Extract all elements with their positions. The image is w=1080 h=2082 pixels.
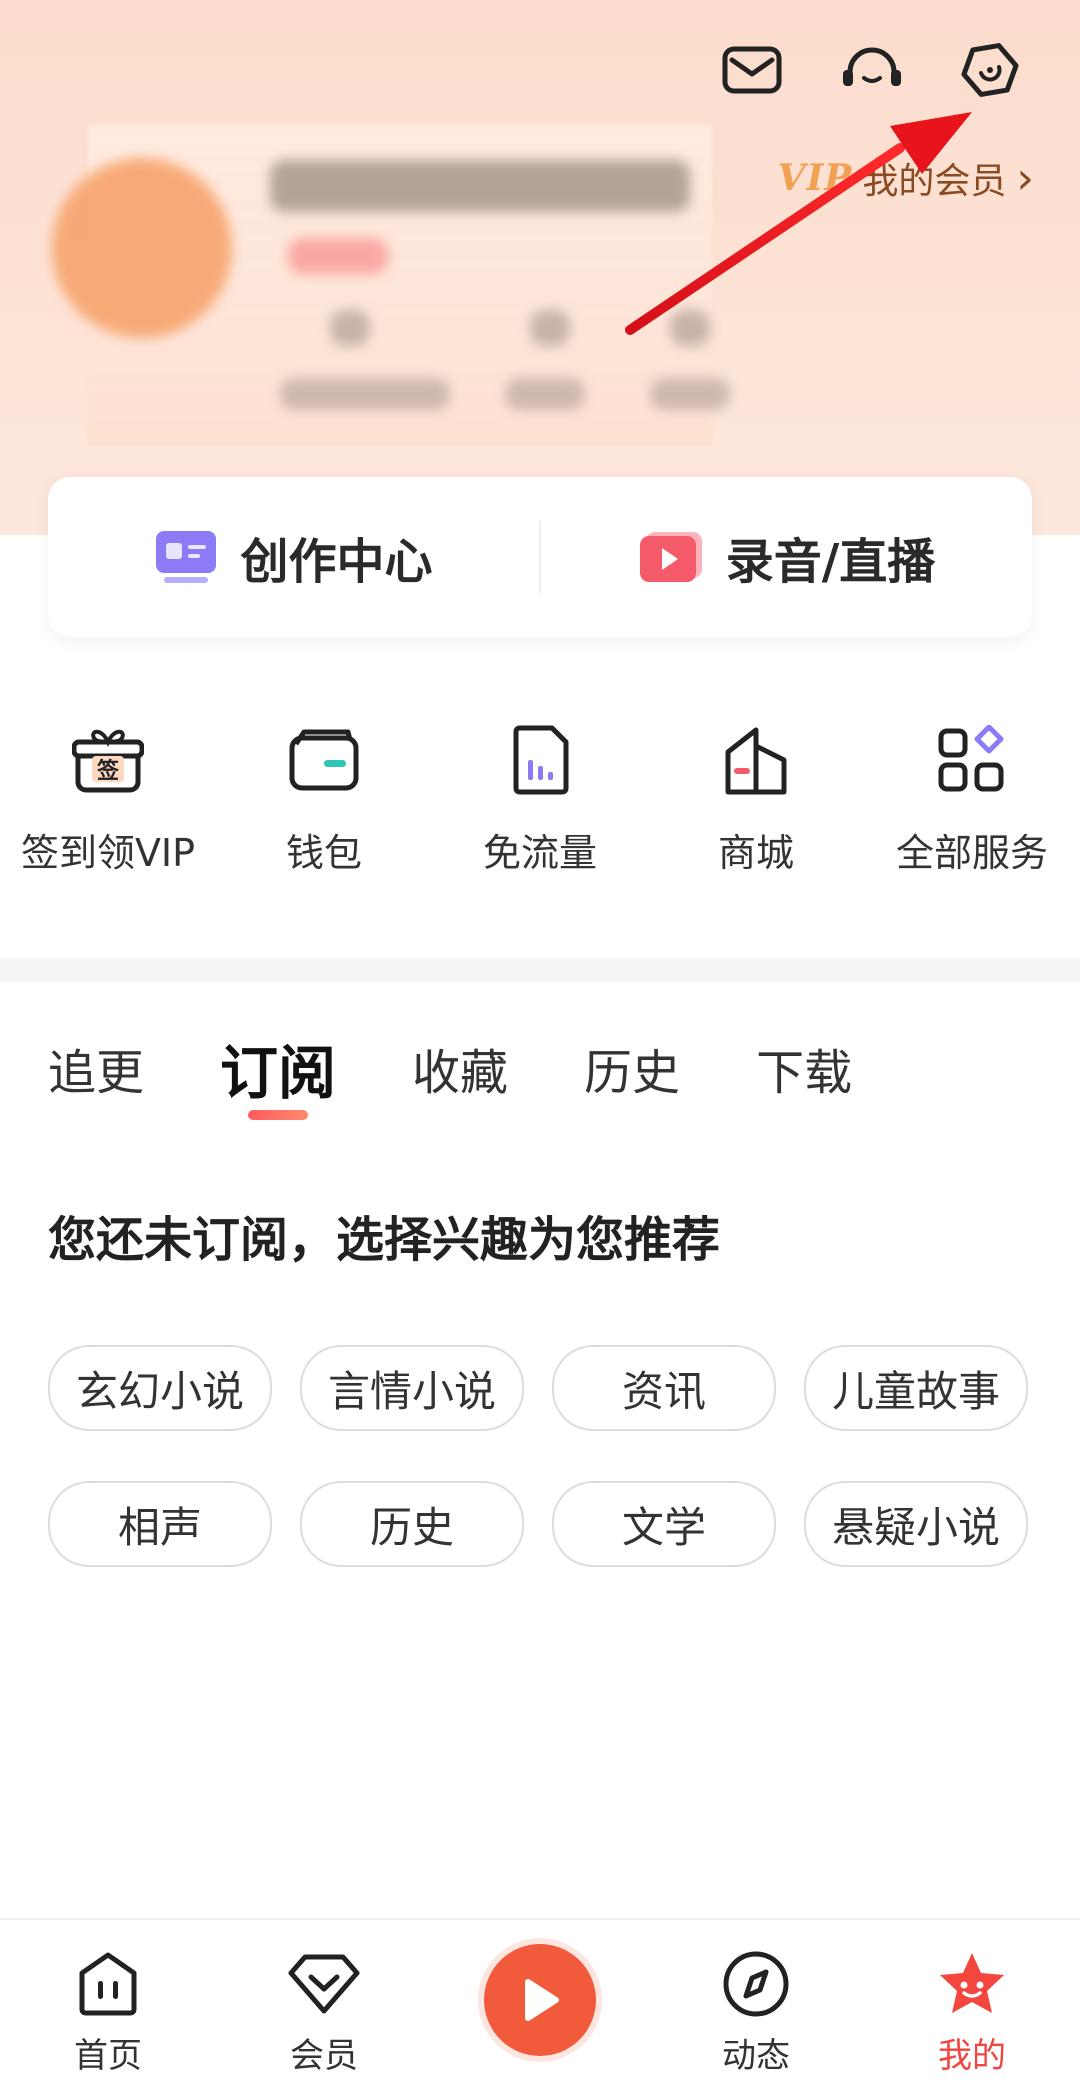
home-icon: [68, 1944, 148, 2024]
tab-subscriptions[interactable]: 订阅: [220, 1030, 337, 1120]
bottom-tab-bar: 首页 会员 动态 我的: [0, 1918, 1080, 2082]
stats-blurred: [330, 310, 370, 346]
svg-text:签: 签: [96, 758, 120, 784]
tabbar-label: 首页: [74, 2036, 142, 2076]
interest-chip[interactable]: 资讯: [552, 1345, 776, 1431]
creator-center-label: 创作中心: [240, 534, 433, 590]
creator-card: 创作中心 录音/直播: [48, 477, 1032, 637]
tab-downloads[interactable]: 下载: [756, 1030, 852, 1116]
all-services-icon: [932, 720, 1012, 800]
tabbar-label: 我的: [938, 2036, 1006, 2076]
interest-chip[interactable]: 历史: [300, 1481, 524, 1567]
quick-item-label: 签到领VIP: [20, 831, 196, 875]
quick-item-all-services[interactable]: 全部服务: [864, 720, 1080, 890]
chevron-right-icon: ›: [1016, 152, 1034, 204]
play-button[interactable]: [484, 1944, 596, 2056]
quick-item-label: 免流量: [482, 831, 597, 875]
stats-labels-blurred: [650, 378, 730, 410]
quick-actions: 签 签到领VIP 钱包 免流量 商城 全部服务: [0, 720, 1080, 890]
tabbar-item-member[interactable]: 会员: [216, 1920, 432, 2082]
annotation-arrow: [625, 112, 972, 335]
member-icon: [284, 1944, 364, 2024]
stats-blurred: [530, 310, 570, 346]
interest-chip[interactable]: 玄幻小说: [48, 1345, 272, 1431]
tab-history[interactable]: 历史: [584, 1030, 680, 1116]
tab-subscriptions-label: 订阅: [220, 1039, 337, 1107]
tabbar-item-mine[interactable]: 我的: [864, 1920, 1080, 2082]
tab-favorites[interactable]: 收藏: [412, 1030, 508, 1116]
interest-chip[interactable]: 悬疑小说: [804, 1481, 1028, 1567]
quick-item-wallet[interactable]: 钱包: [216, 720, 432, 890]
quick-item-checkin[interactable]: 签 签到领VIP: [0, 720, 216, 890]
tabbar-label: 会员: [290, 2036, 358, 2076]
interest-chip[interactable]: 儿童故事: [804, 1345, 1028, 1431]
creator-center-button[interactable]: 创作中心: [48, 522, 539, 592]
quick-item-label: 钱包: [285, 831, 362, 875]
content-tabs: 追更 订阅 收藏 历史 下载: [48, 1030, 928, 1150]
tabbar-label: 动态: [722, 2036, 790, 2076]
record-live-label: 录音/直播: [725, 534, 936, 590]
tabbar-item-feed[interactable]: 动态: [648, 1920, 864, 2082]
mail-icon[interactable]: [720, 38, 784, 102]
empty-subscriptions-title: 您还未订阅，选择兴趣为您推荐: [48, 1212, 721, 1268]
play-icon: [525, 1979, 559, 2021]
tab-following[interactable]: 追更: [48, 1030, 144, 1116]
stats-labels-blurred: [280, 378, 450, 410]
record-live-icon: [639, 532, 702, 582]
compass-icon: [716, 1944, 796, 2024]
free-data-icon: [500, 720, 580, 800]
quick-item-label: 商城: [717, 831, 794, 875]
tabbar-item-home[interactable]: 首页: [0, 1920, 216, 2082]
creator-center-icon: [156, 531, 217, 583]
settings-icon[interactable]: [958, 38, 1022, 102]
interest-chips: 玄幻小说 言情小说 资讯 儿童故事 相声 历史 文学 悬疑小说: [48, 1345, 1032, 1567]
wallet-icon: [284, 720, 364, 800]
checkin-gift-icon: 签: [68, 720, 148, 800]
interest-chip[interactable]: 相声: [48, 1481, 272, 1567]
section-divider: [0, 958, 1080, 982]
quick-item-label: 全部服务: [895, 831, 1048, 875]
store-icon: [716, 720, 796, 800]
active-tab-indicator: [248, 1110, 309, 1120]
stats-labels-blurred: [505, 378, 585, 410]
tabbar-item-player[interactable]: [432, 1920, 648, 2082]
record-live-button[interactable]: 录音/直播: [541, 522, 1032, 592]
mine-icon: [932, 1944, 1012, 2024]
headset-icon[interactable]: [840, 38, 904, 102]
interest-chip[interactable]: 言情小说: [300, 1345, 524, 1431]
avatar[interactable]: [52, 158, 232, 338]
quick-item-store[interactable]: 商城: [648, 720, 864, 890]
level-badge-blurred: [288, 238, 388, 274]
interest-chip[interactable]: 文学: [552, 1481, 776, 1567]
quick-item-free-data[interactable]: 免流量: [432, 720, 648, 890]
